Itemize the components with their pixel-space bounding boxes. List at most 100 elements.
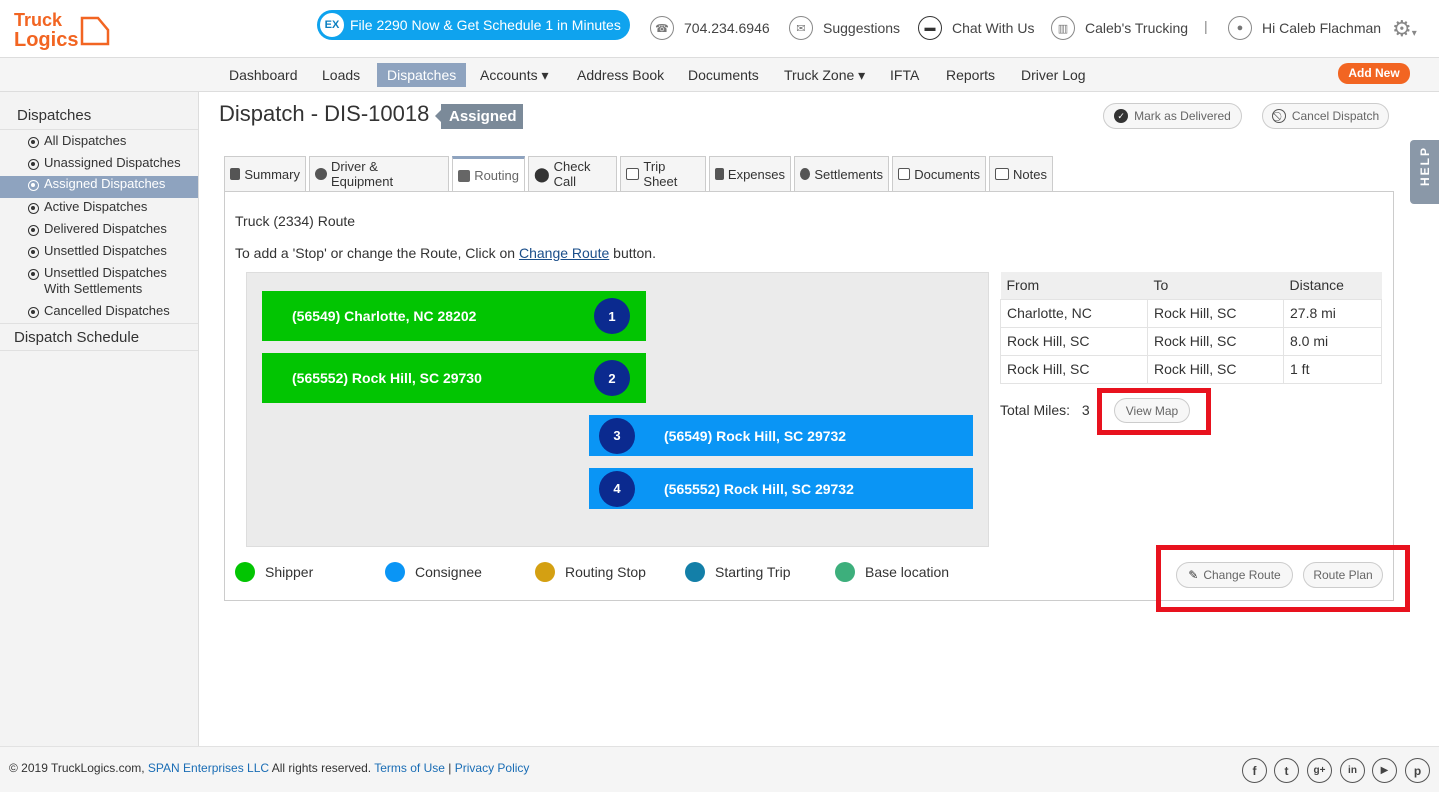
tab-documents[interactable]: Documents	[892, 156, 986, 191]
route-plan-button[interactable]: Route Plan	[1303, 562, 1383, 588]
table-row: Charlotte, NC Rock Hill, SC 27.8 mi	[1000, 298, 1382, 328]
ban-icon: ⃠	[1271, 109, 1286, 123]
company-link[interactable]: ▥ Caleb's Trucking	[1051, 16, 1188, 40]
nav-driver-log[interactable]: Driver Log	[1011, 63, 1096, 87]
tab-notes[interactable]: Notes	[989, 156, 1053, 191]
stop-number-badge: 1	[594, 298, 630, 334]
building-icon: ▥	[1051, 16, 1075, 40]
sidebar-item-cancelled[interactable]: Cancelled Dispatches	[0, 303, 198, 325]
settings-gear-icon[interactable]: ⚙▾	[1392, 16, 1417, 42]
nav-address-book[interactable]: Address Book	[567, 63, 674, 87]
span-enterprises-link[interactable]: SPAN Enterprises LLC	[148, 761, 269, 775]
view-map-button[interactable]: View Map	[1114, 398, 1190, 423]
user-menu[interactable]: ● Hi Caleb Flachman	[1228, 16, 1381, 40]
route-stop-3[interactable]: 3 (56549) Rock Hill, SC 29732	[589, 415, 973, 456]
legend-shipper: Shipper	[235, 562, 313, 582]
legend-dot	[535, 562, 555, 582]
dollar-icon	[715, 168, 724, 180]
page-title: Dispatch - DIS-10018	[219, 101, 430, 126]
total-miles: Total Miles: 3	[1000, 402, 1090, 418]
change-route-link[interactable]: Change Route	[519, 245, 609, 261]
logo-text-logics: Logics	[14, 29, 78, 51]
help-tab[interactable]: HELP	[1410, 140, 1439, 204]
twitter-icon[interactable]: t	[1274, 758, 1299, 783]
company-name: Caleb's Trucking	[1085, 20, 1189, 36]
privacy-link[interactable]: Privacy Policy	[455, 761, 530, 775]
total-miles-label: Total Miles:	[1000, 402, 1071, 418]
nav-ifta[interactable]: IFTA	[880, 63, 929, 87]
google-plus-icon[interactable]: g+	[1307, 758, 1332, 783]
tab-trip-sheet[interactable]: Trip Sheet	[620, 156, 706, 191]
sidebar-item-delivered[interactable]: Delivered Dispatches	[0, 221, 198, 243]
nav-reports[interactable]: Reports	[936, 63, 1005, 87]
status-badge: Assigned	[435, 104, 523, 129]
stop-number-badge: 2	[594, 360, 630, 396]
stop-number-badge: 3	[599, 417, 635, 454]
sidebar-dispatch-schedule[interactable]: Dispatch Schedule	[0, 323, 198, 351]
circle-bullet-icon	[28, 269, 39, 280]
linkedin-icon[interactable]: in	[1340, 758, 1365, 783]
envelope-icon: ✉	[789, 16, 813, 40]
cancel-dispatch-button[interactable]: ⃠ Cancel Dispatch	[1262, 103, 1389, 129]
tab-summary[interactable]: Summary	[224, 156, 306, 191]
suggestions-link[interactable]: ✉ Suggestions	[789, 16, 900, 40]
cell-to: Rock Hill, SC	[1147, 354, 1284, 384]
circle-bullet-icon	[28, 159, 39, 170]
trucklogics-logo[interactable]: Truck Logics	[12, 8, 112, 52]
route-title: Truck (2334) Route	[235, 213, 356, 229]
user-dollar-icon	[800, 168, 811, 180]
nav-accounts[interactable]: Accounts ▾	[470, 63, 559, 87]
tab-routing[interactable]: Routing	[452, 156, 525, 192]
legend-consignee: Consignee	[385, 562, 482, 582]
sidebar-item-assigned[interactable]: Assigned Dispatches	[0, 176, 198, 198]
terms-link[interactable]: Terms of Use	[374, 761, 445, 775]
pinterest-icon[interactable]: p	[1405, 758, 1430, 783]
promo-text: File 2290 Now & Get Schedule 1 in Minute…	[350, 17, 621, 33]
sidebar-item-unsettled[interactable]: Unsettled Dispatches	[0, 243, 198, 265]
document-icon	[898, 168, 911, 180]
tab-driver-equipment[interactable]: Driver & Equipment	[309, 156, 449, 191]
tab-settlements[interactable]: Settlements	[794, 156, 889, 191]
chat-link[interactable]: ▬ Chat With Us	[918, 16, 1034, 40]
phone-link[interactable]: ☎ 704.234.6946	[650, 16, 770, 40]
sidebar-item-active[interactable]: Active Dispatches	[0, 199, 198, 221]
sidebar-heading-dispatches[interactable]: Dispatches	[0, 102, 198, 130]
youtube-icon[interactable]: ▶	[1372, 758, 1397, 783]
change-route-button[interactable]: ✎ Change Route	[1176, 562, 1293, 588]
route-stop-4[interactable]: 4 (565552) Rock Hill, SC 29732	[589, 468, 973, 509]
circle-bullet-icon	[28, 180, 39, 191]
logo-text-truck: Truck	[14, 10, 63, 30]
cell-from: Rock Hill, SC	[1000, 354, 1148, 384]
nav-documents[interactable]: Documents	[678, 63, 769, 87]
chat-label: Chat With Us	[952, 20, 1035, 36]
table-row: Rock Hill, SC Rock Hill, SC 8.0 mi	[1000, 326, 1382, 356]
route-stop-1[interactable]: (56549) Charlotte, NC 28202 1	[262, 291, 646, 341]
user-greeting: Hi Caleb Flachman	[1262, 20, 1382, 36]
total-miles-value: 3	[1081, 402, 1090, 418]
nav-loads[interactable]: Loads	[312, 63, 370, 87]
legend-routing-stop: Routing Stop	[535, 562, 646, 582]
trip-sheet-icon	[626, 168, 640, 180]
sidebar-item-unsettled-with-settlements[interactable]: Unsettled Dispatches With Settlements	[0, 265, 198, 301]
distance-table: From To Distance Charlotte, NC Rock Hill…	[1000, 272, 1382, 384]
tab-check-call[interactable]: ⬤ Check Call	[528, 156, 617, 191]
nav-truck-zone[interactable]: Truck Zone ▾	[774, 63, 875, 87]
map-pin-icon: ⬤	[534, 165, 550, 182]
footer-copyright: © 2019 TruckLogics.com, SPAN Enterprises…	[9, 761, 530, 775]
driver-gear-icon	[315, 168, 327, 180]
mark-delivered-button[interactable]: ✓ Mark as Delivered	[1103, 103, 1242, 129]
circle-bullet-icon	[28, 137, 39, 148]
sidebar-item-unassigned[interactable]: Unassigned Dispatches	[0, 155, 198, 177]
sidebar-item-all-dispatches[interactable]: All Dispatches	[0, 133, 198, 155]
cell-from: Rock Hill, SC	[1000, 326, 1148, 356]
facebook-icon[interactable]: f	[1242, 758, 1267, 783]
add-new-button[interactable]: Add New	[1338, 63, 1410, 84]
route-stop-2[interactable]: (565552) Rock Hill, SC 29730 2	[262, 353, 646, 403]
form-2290-promo-button[interactable]: EX File 2290 Now & Get Schedule 1 in Min…	[317, 10, 630, 40]
user-avatar-icon: ●	[1228, 16, 1252, 40]
nav-dispatches[interactable]: Dispatches	[377, 63, 467, 87]
table-row: Rock Hill, SC Rock Hill, SC 1 ft	[1000, 354, 1382, 384]
nav-dashboard[interactable]: Dashboard	[219, 63, 308, 87]
tab-expenses[interactable]: Expenses	[709, 156, 791, 191]
cell-to: Rock Hill, SC	[1147, 298, 1284, 328]
